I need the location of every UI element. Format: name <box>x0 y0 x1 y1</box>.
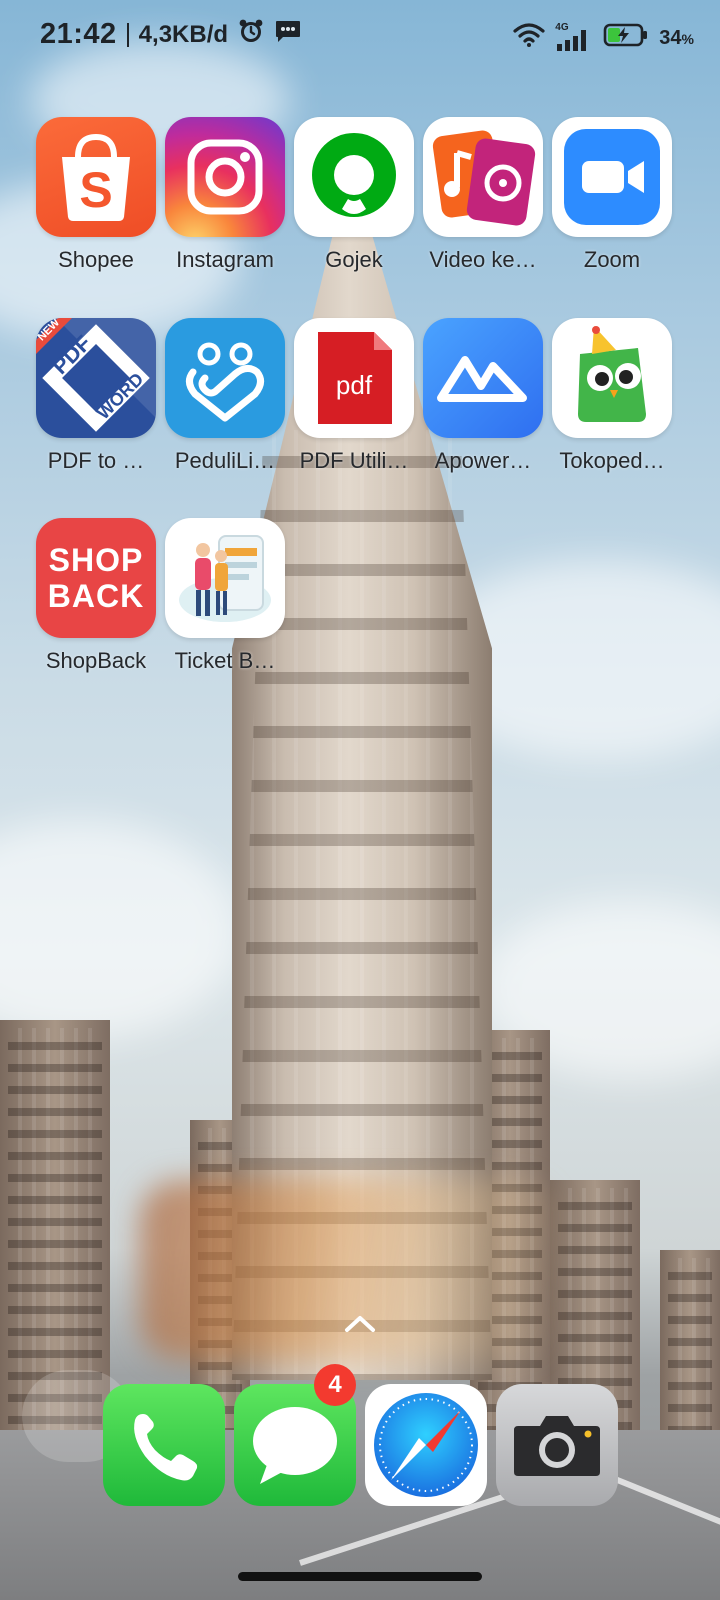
app-label: Apower… <box>434 448 532 473</box>
app-gojek[interactable]: Gojek <box>288 117 420 273</box>
shopee-bag-icon: S <box>36 117 156 237</box>
dock-messages[interactable]: 4 <box>234 1364 356 1506</box>
app-label: Gojek <box>325 247 383 272</box>
app-pdf-utilities[interactable]: pdf PDF Utili… <box>288 318 420 474</box>
safari-compass-icon <box>365 1393 487 1506</box>
phone-icon <box>103 1414 225 1506</box>
app-label: Video ke… <box>429 247 537 272</box>
home-indicator[interactable] <box>238 1572 482 1581</box>
dock-browser[interactable] <box>365 1384 487 1506</box>
wifi-icon <box>513 23 545 54</box>
pdf-file-icon: pdf <box>294 318 414 438</box>
zoom-camera-icon <box>552 117 672 237</box>
battery-icon <box>603 22 649 55</box>
camera-icon <box>496 1416 618 1506</box>
app-label: Ticket B… <box>174 648 276 673</box>
messages-icon <box>234 1407 356 1510</box>
app-label: PDF Utili… <box>299 448 409 473</box>
app-label: PeduliLi… <box>174 448 276 473</box>
app-label: Shopee <box>58 247 134 272</box>
app-apowermirror[interactable]: Apower… <box>417 318 549 474</box>
battery-level-value: 34 <box>659 27 682 49</box>
pdf-icon-text: pdf <box>335 370 373 400</box>
app-pdf-to-word[interactable]: NEW PDF WORD PDF to … <box>30 318 162 474</box>
unread-badge: 4 <box>314 1364 356 1406</box>
status-bar: 21:42 4,3KB/d 4G 34% <box>0 0 720 70</box>
shopback-line2: BACK <box>47 578 145 614</box>
shopback-line1: SHOP <box>48 542 144 578</box>
svg-text:S: S <box>79 162 112 218</box>
app-instagram[interactable]: Instagram <box>159 117 291 273</box>
app-zoom[interactable]: Zoom <box>546 117 678 273</box>
instagram-camera-icon <box>165 117 285 237</box>
music-video-icon <box>423 117 543 237</box>
pdf-to-word-icon: NEW PDF WORD <box>36 318 156 438</box>
dock-camera[interactable] <box>496 1384 618 1506</box>
app-tokopedia[interactable]: Tokoped… <box>546 318 678 474</box>
pedulilindungi-icon <box>165 318 285 438</box>
battery-percentage: 34% <box>659 27 694 50</box>
app-shopback[interactable]: SHOP BACK ShopBack <box>30 518 162 674</box>
ticket-booking-icon <box>165 518 285 638</box>
gojek-logo-icon <box>294 117 414 237</box>
app-label: Zoom <box>583 247 641 272</box>
battery-unit: % <box>681 31 694 47</box>
cellular-signal-icon: 4G <box>555 22 593 52</box>
app-ticket-booking[interactable]: Ticket B… <box>159 518 291 674</box>
network-speed: 4,3KB/d <box>138 20 229 48</box>
tokopedia-owl-icon <box>552 318 672 438</box>
app-pedulilindungi[interactable]: PeduliLi… <box>159 318 291 474</box>
app-label: ShopBack <box>45 648 147 673</box>
app-shopee[interactable]: S Shopee <box>30 117 162 273</box>
apowermirror-icon <box>423 318 543 438</box>
app-label: Tokoped… <box>559 448 665 473</box>
clock: 21:42 <box>40 18 117 50</box>
dock-phone[interactable] <box>103 1384 225 1506</box>
message-notification-icon <box>274 18 302 51</box>
app-video-ke[interactable]: Video ke… <box>417 117 549 273</box>
app-label: Instagram <box>176 247 274 272</box>
alarm-icon <box>238 18 264 51</box>
shopback-icon: SHOP BACK <box>36 518 156 638</box>
app-label: PDF to … <box>47 448 145 473</box>
app-drawer-chevron-up-icon[interactable] <box>341 1312 379 1339</box>
status-separator <box>126 22 129 47</box>
